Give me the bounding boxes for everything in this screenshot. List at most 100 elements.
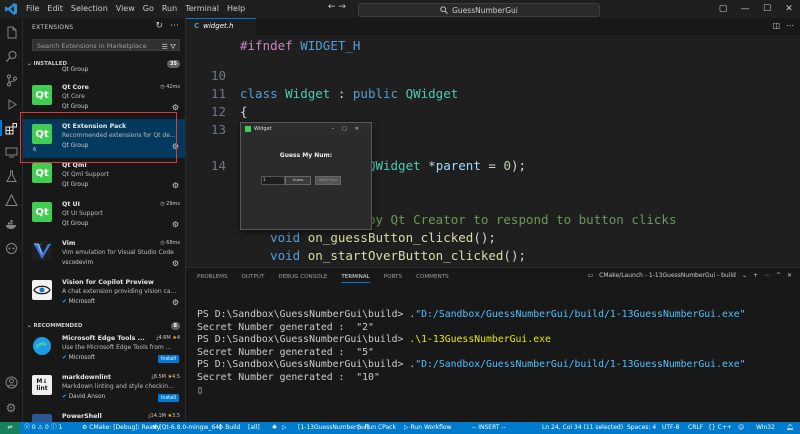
menu-run[interactable]: Run <box>158 0 181 18</box>
remote-indicator-icon[interactable]: ⇌ <box>0 422 20 434</box>
tab-output[interactable]: OUTPUT <box>242 274 265 283</box>
extension-item-edge-tools[interactable]: Microsoft Edge Tools ... Use the Microso… <box>23 331 185 370</box>
manage-gear-icon[interactable]: ⚙ <box>172 259 179 268</box>
account-icon[interactable] <box>3 374 19 390</box>
chevron-down-icon[interactable]: ⌄ <box>742 272 747 279</box>
tab-comments[interactable]: COMMENTS <box>416 274 449 283</box>
copilot-status-icon[interactable]: ☺ <box>738 422 744 434</box>
kit-status[interactable]: ⚒ [Qt-6.8.0-mingw_64] <box>152 422 221 434</box>
encoding[interactable]: UTF-8 <box>662 422 680 434</box>
line-number: 13 <box>210 122 226 137</box>
maximize-panel-icon[interactable]: ^ <box>776 272 781 279</box>
install-button[interactable]: Install <box>157 394 179 402</box>
more-actions-icon[interactable]: ⋯ <box>786 21 794 30</box>
run-debug-icon[interactable] <box>3 96 19 112</box>
tab-debug-console[interactable]: DEBUG CONSOLE <box>278 274 327 283</box>
more-actions-icon[interactable]: ⋯ <box>764 272 770 279</box>
cursor-position[interactable]: Ln 24, Col 34 (11 selected) <box>542 422 623 434</box>
docker-icon[interactable] <box>3 216 19 232</box>
extension-name: Qt Qml <box>62 162 87 169</box>
menu-help[interactable]: Help <box>223 0 249 18</box>
target-status[interactable]: [all] <box>248 422 260 434</box>
command-center[interactable]: GuessNumberGui <box>358 3 600 17</box>
cmake-status[interactable]: ⚙ CMake: [Debug]: Ready <box>82 422 160 434</box>
add-terminal-icon[interactable]: + <box>753 272 758 279</box>
notifications-icon[interactable]: 🔔︎ <box>786 422 794 434</box>
tab-terminal[interactable]: TERMINAL <box>341 274 370 283</box>
back-arrow-icon[interactable]: ← <box>328 2 336 12</box>
extension-item-powershell[interactable]: › PowerShell ⤓14.1M ★3.5 <box>23 409 185 422</box>
manage-gear-icon[interactable]: ⚙ <box>172 181 179 190</box>
extension-item-markdownlint[interactable]: M↓ lint markdownlint Markdown linting and… <box>23 370 185 409</box>
qt-title-bar: Widget –□✕ <box>241 123 371 135</box>
guess-button[interactable]: Guess <box>285 176 311 185</box>
extension-item-vision-copilot[interactable]: Vision for Copilot Preview A chat extens… <box>23 275 185 314</box>
install-button[interactable]: Install <box>157 355 179 363</box>
terminal-icon: ▭ <box>587 272 594 279</box>
settings-gear-icon[interactable]: ⚙ <box>3 400 19 416</box>
forward-arrow-icon[interactable]: → <box>338 2 346 12</box>
code-text: void on_guessButton_clicked(); <box>270 230 496 245</box>
search-icon[interactable] <box>3 48 19 64</box>
tab-widget-h[interactable]: Cwidget.h <box>186 18 256 35</box>
manage-gear-icon[interactable]: ⚙ <box>172 298 179 307</box>
installed-section-header[interactable]: ⌄ INSTALLED 35 <box>23 58 185 70</box>
platform[interactable]: Win32 <box>756 422 775 434</box>
recommended-label: RECOMMENDED <box>33 323 83 329</box>
maximize-icon[interactable]: ☐ <box>756 4 778 14</box>
explorer-icon[interactable] <box>3 24 19 40</box>
extensions-search-input[interactable]: Search Extensions in Marketplace ☰ ⛛ <box>32 39 180 51</box>
copilot-icon[interactable] <box>3 240 19 256</box>
start-over-button[interactable]: Start Over <box>315 176 341 185</box>
line-ending[interactable]: CRLF <box>688 422 703 434</box>
build-button[interactable]: ⚙ Build <box>218 422 240 434</box>
download-rating: ⤓8.5M ★4.5 <box>151 374 180 380</box>
guess-spinbox[interactable]: 1 <box>261 176 285 185</box>
menu-edit[interactable]: Edit <box>43 0 67 18</box>
menu-file[interactable]: File <box>22 0 43 18</box>
split-editor-icon[interactable]: ◫ <box>772 21 780 30</box>
menu-view[interactable]: View <box>112 0 139 18</box>
refresh-icon[interactable]: ↻ <box>155 21 163 31</box>
extensions-icon[interactable] <box>0 120 21 136</box>
run-cpack[interactable]: ▷ Run CPack <box>358 422 396 434</box>
close-icon[interactable]: ✕ <box>778 4 800 14</box>
tab-ports[interactable]: PORTS <box>384 274 402 283</box>
extension-item-qt-ui[interactable]: Qt Qt UI Qt UI Support Qt Group ◷ 29ms ⚙ <box>23 197 185 236</box>
terminal-line: PS D:\Sandbox\GuessNumberGui\build> .\1-… <box>197 334 551 346</box>
extension-item-vim[interactable]: Vim Vim emulation for Visual Studio Code… <box>23 236 185 275</box>
testing-icon[interactable] <box>3 168 19 184</box>
menu-terminal[interactable]: Terminal <box>181 0 223 18</box>
tab-problems[interactable]: PROBLEMS <box>197 274 228 283</box>
more-actions-icon[interactable]: ⋯ <box>170 21 179 31</box>
source-control-icon[interactable] <box>3 72 19 88</box>
debug-icon[interactable]: ✱ <box>272 422 277 434</box>
terminal-name[interactable]: CMake/Launch - 1-13GuessNumberGui - buil… <box>599 272 736 279</box>
chevron-down-icon: ⌄ <box>27 323 32 329</box>
language-mode[interactable]: {} C++ <box>708 422 732 434</box>
qt-window-controls[interactable]: –□✕ <box>332 123 367 135</box>
extension-name: Vision for Copilot Preview <box>62 279 154 286</box>
close-panel-icon[interactable]: ✕ <box>787 272 792 279</box>
terminal-cursor: ▯ <box>197 384 203 396</box>
menu-go[interactable]: Go <box>139 0 158 18</box>
terminal-output[interactable]: PS D:\Sandbox\GuessNumberGui\build> ."D:… <box>197 309 746 397</box>
qt-app-window[interactable]: Widget –□✕ Guess My Num: 1 Guess Start O… <box>240 122 372 230</box>
menu-selection[interactable]: Selection <box>67 0 112 18</box>
qt-logo-icon: Qt <box>32 202 52 222</box>
remote-explorer-icon[interactable] <box>3 144 19 160</box>
layout-icon[interactable]: ▢ <box>712 4 734 14</box>
extension-publisher: Qt Group <box>62 182 89 188</box>
run-icon[interactable]: ▷ <box>282 422 287 434</box>
manage-gear-icon[interactable]: ⚙ <box>172 220 179 229</box>
indentation[interactable]: Spaces: 4 <box>627 422 656 434</box>
extension-item-qt-qml[interactable]: Qt Qt Qml Qt Qml Support Qt Group ⚙ <box>23 158 185 197</box>
extension-name: Microsoft Edge Tools ... <box>62 335 145 342</box>
manage-gear-icon[interactable]: ⚙ <box>172 103 179 112</box>
minimize-icon[interactable]: — <box>734 4 756 14</box>
problems-status[interactable]: ⓧ 0 ⚠ 0 ⓘ 1 <box>24 422 62 434</box>
run-workflow[interactable]: ▷ Run Workflow <box>404 422 452 434</box>
search-icon <box>440 6 448 14</box>
cmake-icon[interactable] <box>3 192 19 208</box>
filter-icon[interactable]: ☰ ⛛ <box>162 41 176 53</box>
